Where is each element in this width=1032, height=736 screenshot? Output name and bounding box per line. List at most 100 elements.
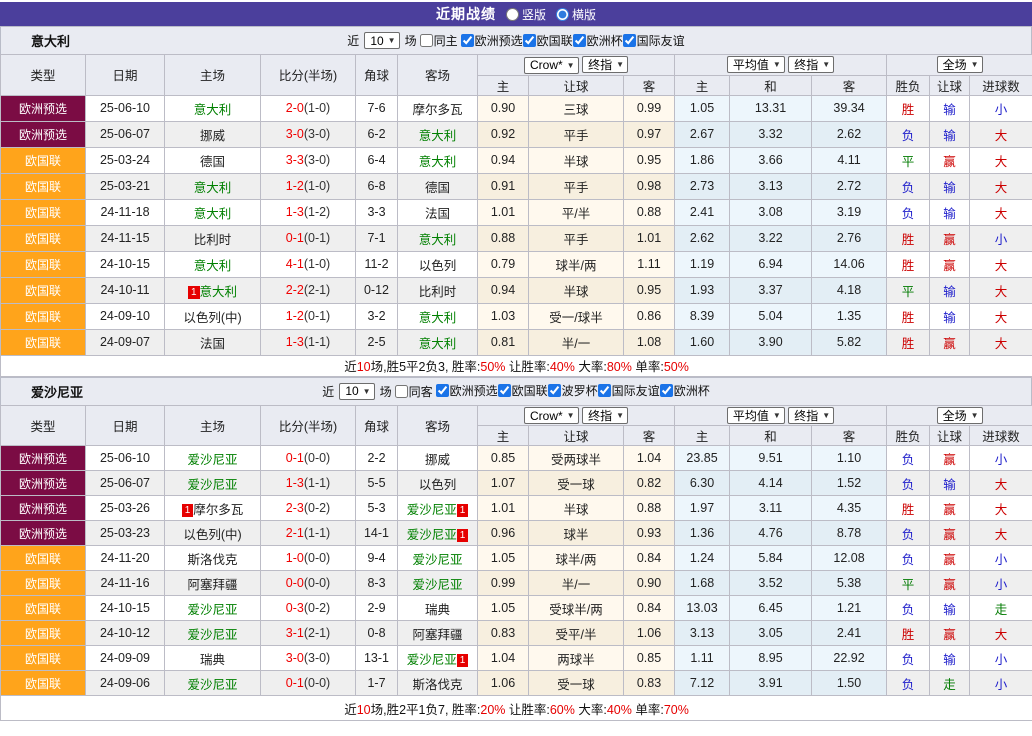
- league-filter-欧洲预选[interactable]: 欧洲预选: [461, 32, 523, 49]
- col-header-date: 日期: [86, 405, 165, 446]
- halftime-score: (1-1): [304, 335, 330, 349]
- league-filter-欧洲杯[interactable]: 欧洲杯: [660, 382, 710, 399]
- odds-home: 1.03: [478, 303, 529, 329]
- home-team: 意大利: [165, 199, 261, 225]
- league-filter-欧洲杯[interactable]: 欧洲杯: [573, 32, 623, 49]
- avg-home: 2.67: [675, 121, 730, 147]
- league-filter-国际友谊[interactable]: 国际友谊: [623, 32, 685, 49]
- odds-away: 1.06: [624, 621, 675, 646]
- result: 胜: [887, 303, 930, 329]
- goals-result: 小: [970, 95, 1032, 121]
- col-header-goals: 进球数: [970, 75, 1032, 95]
- odds-handicap: 半球: [529, 496, 624, 521]
- bookmaker-select[interactable]: Crow*▼: [524, 407, 579, 424]
- team-label: 爱沙尼亚: [187, 478, 237, 492]
- halftime-score: (0-2): [304, 601, 330, 615]
- away-team: 斯洛伐克: [398, 671, 478, 696]
- fulltime-score: 2-3: [286, 501, 304, 515]
- layout-radio-horizontal[interactable]: 横版: [556, 6, 596, 23]
- goals-result: 小: [970, 671, 1032, 696]
- team-label: 爱沙尼亚: [187, 453, 237, 467]
- competition-type: 欧国联: [1, 173, 86, 199]
- away-team: 意大利: [398, 329, 478, 355]
- final-odds-select-2[interactable]: 终指▼: [788, 56, 834, 73]
- corner-score: 14-1: [356, 521, 398, 546]
- fulltime-score: 1-2: [286, 309, 304, 323]
- average-select[interactable]: 平均值▼: [727, 407, 785, 424]
- match-score: 1-0(0-0): [261, 546, 356, 571]
- league-checkbox[interactable]: [598, 384, 611, 397]
- away-team: 阿塞拜疆: [398, 621, 478, 646]
- league-checkbox[interactable]: [660, 384, 673, 397]
- league-filter-欧国联[interactable]: 欧国联: [523, 32, 573, 49]
- fulltime-score: 2-1: [286, 526, 304, 540]
- match-score: 2-1(1-1): [261, 521, 356, 546]
- avg-home: 2.73: [675, 173, 730, 199]
- odds-home: 0.91: [478, 173, 529, 199]
- match-date: 24-10-15: [86, 596, 165, 621]
- match-scope-select[interactable]: 全场▼: [937, 56, 983, 73]
- result: 胜: [887, 496, 930, 521]
- league-checkbox[interactable]: [548, 384, 561, 397]
- league-filter-欧国联[interactable]: 欧国联: [498, 382, 548, 399]
- average-select[interactable]: 平均值▼: [727, 56, 785, 73]
- home-team: 瑞典: [165, 646, 261, 671]
- corner-score: 11-2: [356, 251, 398, 277]
- bookmaker-select[interactable]: Crow*▼: [524, 57, 579, 74]
- odds-handicap: 受一球: [529, 671, 624, 696]
- league-filter-国际友谊[interactable]: 国际友谊: [598, 382, 660, 399]
- final-odds-select[interactable]: 终指▼: [582, 407, 628, 424]
- odds-away: 0.95: [624, 147, 675, 173]
- league-filter-波罗杯[interactable]: 波罗杯: [548, 382, 598, 399]
- col-header-avg-away: 客: [812, 75, 887, 95]
- halftime-score: (0-0): [304, 451, 330, 465]
- odds-handicap: 半球: [529, 147, 624, 173]
- vertical-radio[interactable]: [506, 8, 519, 21]
- match-row: 欧国联24-10-15爱沙尼亚0-3(0-2)2-9瑞典1.05受球半/两0.8…: [1, 596, 1032, 621]
- same-venue-checkbox[interactable]: [420, 34, 433, 47]
- final-odds-select[interactable]: 终指▼: [582, 56, 628, 73]
- fulltime-score: 3-3: [286, 153, 304, 167]
- league-checkbox[interactable]: [461, 34, 474, 47]
- chevron-down-icon: ▼: [822, 60, 830, 69]
- horizontal-radio[interactable]: [556, 8, 569, 21]
- team-label: 爱沙尼亚: [407, 503, 457, 517]
- match-rows: 欧洲预选25-06-10爱沙尼亚0-1(0-0)2-2挪威0.85受两球半1.0…: [1, 446, 1032, 721]
- league-checkbox[interactable]: [623, 34, 636, 47]
- goals-result: 大: [970, 251, 1032, 277]
- odds-away: 0.98: [624, 173, 675, 199]
- avg-home: 1.93: [675, 277, 730, 303]
- same-venue-filter[interactable]: 同主: [420, 32, 458, 49]
- goals-result: 小: [970, 446, 1032, 471]
- league-checkbox[interactable]: [523, 34, 536, 47]
- result: 负: [887, 199, 930, 225]
- final-odds-select-2[interactable]: 终指▼: [788, 407, 834, 424]
- league-filter-欧洲预选[interactable]: 欧洲预选: [436, 382, 498, 399]
- odds-away: 0.95: [624, 277, 675, 303]
- chevron-down-icon: ▼: [388, 36, 396, 45]
- result: 负: [887, 671, 930, 696]
- away-team: 比利时: [398, 277, 478, 303]
- odds-home: 1.01: [478, 199, 529, 225]
- competition-type: 欧国联: [1, 329, 86, 355]
- match-score: 4-1(1-0): [261, 251, 356, 277]
- away-team: 爱沙尼亚1: [398, 646, 478, 671]
- league-checkbox[interactable]: [498, 384, 511, 397]
- recent-count-select[interactable]: 10▼: [364, 32, 399, 49]
- same-venue-filter[interactable]: 同客: [395, 383, 433, 400]
- layout-radio-vertical[interactable]: 竖版: [506, 6, 546, 23]
- match-row: 欧国联24-09-10以色列(中)1-2(0-1)3-2意大利1.03受一/球半…: [1, 303, 1032, 329]
- same-venue-checkbox[interactable]: [395, 385, 408, 398]
- odds-away: 0.88: [624, 199, 675, 225]
- league-checkbox[interactable]: [573, 34, 586, 47]
- odds-handicap: 平手: [529, 121, 624, 147]
- col-header-corner: 角球: [356, 405, 398, 446]
- match-scope-select[interactable]: 全场▼: [937, 407, 983, 424]
- league-checkbox[interactable]: [436, 384, 449, 397]
- red-card-badge: 1: [457, 504, 469, 517]
- goals-result: 大: [970, 471, 1032, 496]
- recent-count-select[interactable]: 10▼: [339, 383, 374, 400]
- goals-result: 大: [970, 329, 1032, 355]
- competition-type: 欧洲预选: [1, 446, 86, 471]
- home-team: 意大利: [165, 95, 261, 121]
